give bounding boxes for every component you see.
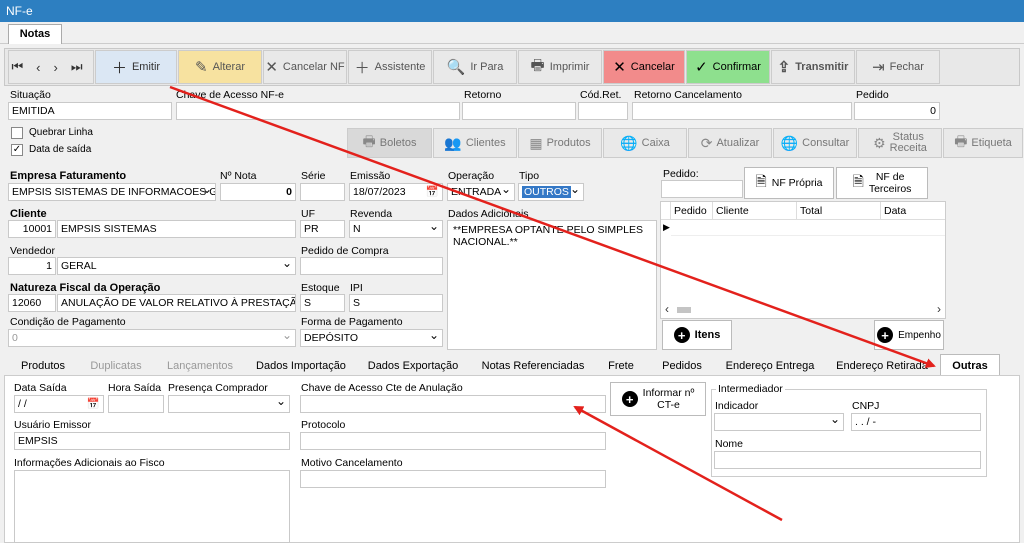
arrow-to-chave-cte-field bbox=[573, 405, 783, 522]
annotation-arrows bbox=[169, 85, 936, 522]
arrow-to-outras-tab bbox=[169, 85, 936, 368]
